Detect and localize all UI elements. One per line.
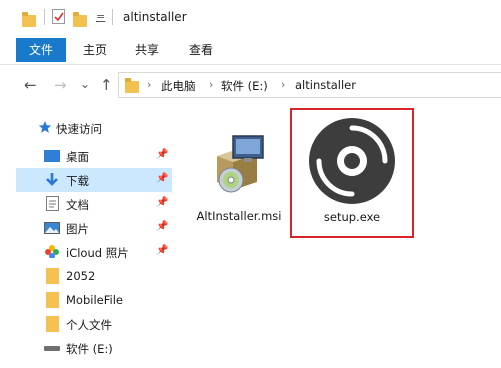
picture-icon [44, 222, 60, 234]
divider [112, 9, 113, 25]
pin-icon: 📌 [156, 221, 169, 232]
highlight-box [290, 108, 414, 238]
pin-icon: 📌 [156, 149, 169, 160]
navigation-pane: 快速访问 桌面 📌 下载 📌 文档 📌 图片 📌 iCloud 照片 📌 205… [0, 112, 176, 368]
folder-icon [46, 268, 59, 284]
properties-icon[interactable] [52, 9, 65, 24]
tab-home[interactable]: 主页 [74, 38, 116, 62]
desktop-icon [44, 150, 60, 162]
quick-access-header[interactable]: 快速访问 [36, 119, 176, 139]
pin-icon: 📌 [156, 197, 169, 208]
document-icon [46, 196, 59, 211]
title-bar: = altinstaller [0, 0, 501, 34]
breadcrumb-drive-e[interactable]: 软件 (E:) [221, 78, 268, 94]
breadcrumb-altinstaller[interactable]: altinstaller [295, 78, 356, 92]
qat-dropdown-icon[interactable]: = [96, 10, 105, 23]
sidebar-item-label: 个人文件 [66, 318, 112, 332]
sidebar-item-downloads[interactable]: 下载 📌 [16, 168, 172, 192]
tab-file[interactable]: 文件 [16, 38, 66, 62]
folder-icon [22, 12, 36, 27]
icloud-photos-icon [45, 245, 59, 258]
back-button[interactable]: ← [24, 76, 37, 94]
sidebar-item-icloud-photos[interactable]: iCloud 照片 📌 [16, 240, 172, 264]
pin-icon: 📌 [156, 173, 169, 184]
window-title: altinstaller [123, 10, 187, 24]
quick-access-label: 快速访问 [56, 122, 102, 136]
ribbon-divider [0, 64, 501, 65]
breadcrumb-separator: › [209, 78, 214, 91]
sidebar-item-mobilefile[interactable]: MobileFile [16, 288, 172, 312]
sidebar-item-label: 图片 [66, 222, 89, 236]
sidebar-item-2052[interactable]: 2052 [16, 264, 172, 288]
download-icon [46, 173, 58, 186]
tab-share[interactable]: 共享 [126, 38, 168, 62]
sidebar-item-label: MobileFile [66, 293, 123, 307]
breadcrumb-separator: › [147, 78, 152, 91]
msi-installer-icon [217, 135, 264, 193]
pin-icon: 📌 [156, 245, 169, 256]
sidebar-item-personal-files[interactable]: 个人文件 [16, 312, 172, 336]
tab-view[interactable]: 查看 [180, 38, 222, 62]
folder-icon [46, 316, 59, 332]
file-item-altinstaller-msi[interactable]: AltInstaller.msi [189, 112, 289, 232]
drive-icon [44, 346, 60, 351]
sidebar-item-label: 软件 (E:) [66, 342, 113, 356]
folder-icon [125, 78, 139, 93]
up-button[interactable]: ↑ [100, 76, 113, 94]
breadcrumb-this-pc[interactable]: 此电脑 [161, 78, 196, 94]
forward-button[interactable]: → [54, 76, 67, 94]
divider [44, 9, 45, 25]
navigation-row: ← → ⌄ ↑ › 此电脑 › 软件 (E:) › altinstaller [0, 70, 501, 100]
sidebar-item-documents[interactable]: 文档 📌 [16, 192, 172, 216]
recent-locations-button[interactable]: ⌄ [80, 75, 90, 93]
sidebar-item-label: 2052 [66, 269, 96, 283]
sidebar-item-drive-e[interactable]: 软件 (E:) [16, 336, 172, 360]
star-icon [38, 121, 52, 133]
sidebar-item-label: 下载 [66, 174, 89, 188]
folder-icon [46, 292, 59, 308]
sidebar-item-label: iCloud 照片 [66, 246, 129, 260]
sidebar-item-label: 文档 [66, 198, 89, 212]
breadcrumb-separator: › [281, 78, 286, 91]
ribbon-tabs: 文件 主页 共享 查看 [0, 38, 501, 64]
new-folder-icon[interactable] [73, 12, 87, 27]
address-bar[interactable]: › 此电脑 › 软件 (E:) › altinstaller [118, 72, 501, 98]
sidebar-item-pictures[interactable]: 图片 📌 [16, 216, 172, 240]
sidebar-item-label: 桌面 [66, 150, 89, 164]
file-name: AltInstaller.msi [196, 209, 282, 223]
sidebar-item-desktop[interactable]: 桌面 📌 [16, 144, 172, 168]
